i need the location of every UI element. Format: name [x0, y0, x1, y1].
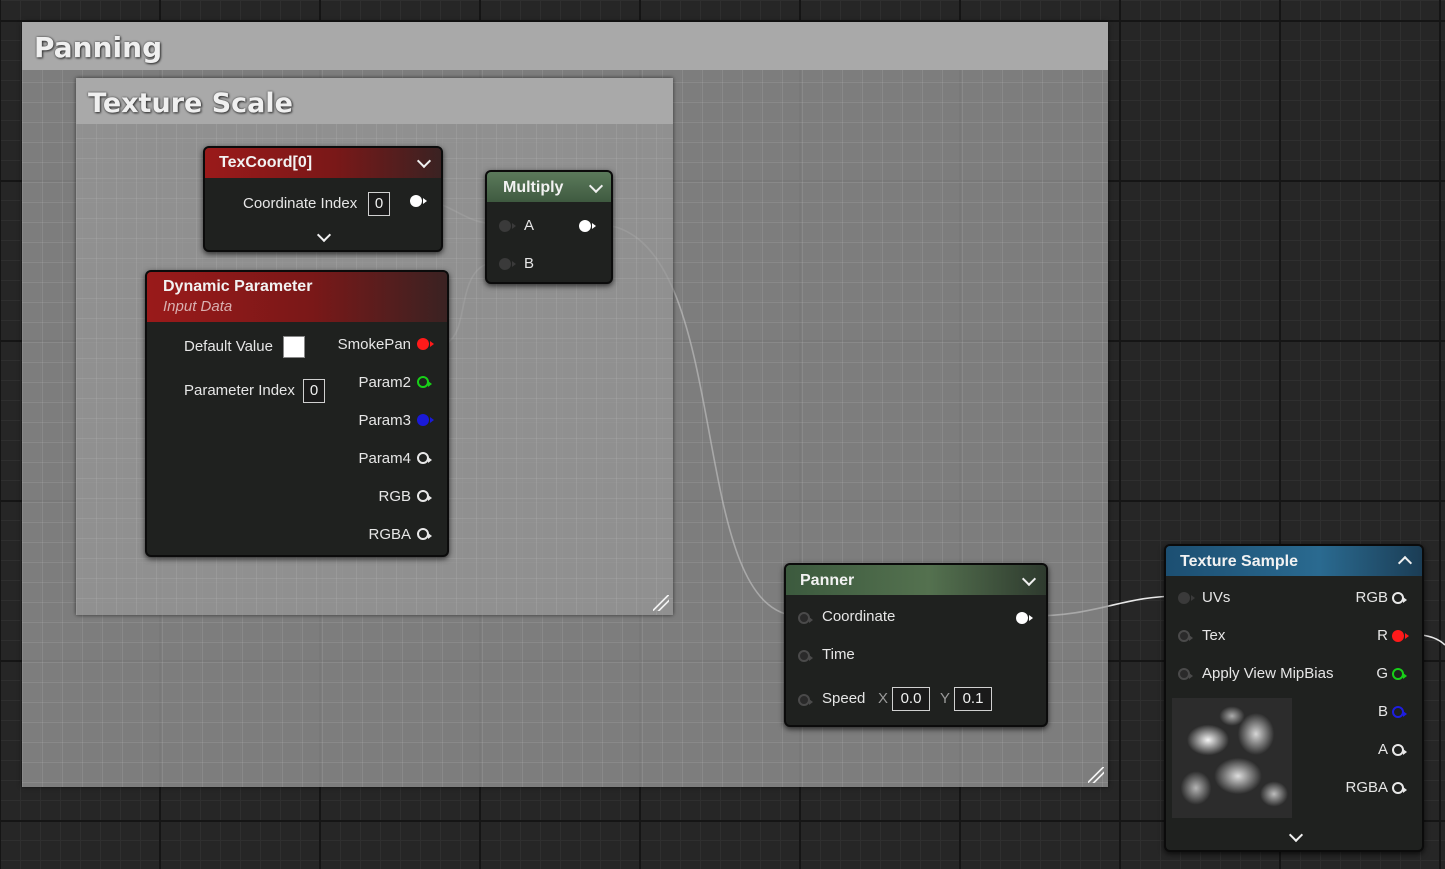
expand-chevron-icon[interactable]: [1288, 827, 1304, 843]
output-pin-a[interactable]: [1392, 744, 1407, 756]
speed-y-input[interactable]: 0.1: [954, 687, 992, 711]
speed-x-label: X: [878, 690, 889, 707]
default-value-color-swatch[interactable]: [283, 336, 305, 358]
node-header[interactable]: TexCoord[0]: [205, 148, 441, 178]
parameter-index-label: Parameter Index: [184, 382, 295, 399]
texture-thumbnail: [1172, 698, 1292, 818]
node-panner[interactable]: Panner Coordinate Time Speed X 0.0 Y 0.1: [784, 563, 1048, 727]
output-label-r: R: [1377, 627, 1388, 644]
input-pin-speed[interactable]: [798, 694, 813, 706]
node-header[interactable]: Dynamic Parameter Input Data: [147, 272, 447, 322]
output-pin-g[interactable]: [1392, 668, 1407, 680]
node-multiply[interactable]: Multiply A B: [485, 170, 613, 284]
output-label-rgb: RGB: [378, 488, 411, 505]
default-value-label: Default Value: [184, 338, 273, 355]
output-pin[interactable]: [1016, 612, 1033, 624]
output-label-param3: Param3: [358, 412, 411, 429]
output-pin-rgb[interactable]: [417, 490, 432, 502]
resize-handle-icon[interactable]: [1088, 767, 1104, 783]
output-label-rgba: RGBA: [368, 526, 411, 543]
output-pin-param4[interactable]: [417, 452, 432, 464]
expand-chevron-icon[interactable]: [316, 227, 332, 243]
collapse-chevron-icon[interactable]: [1021, 571, 1037, 587]
output-label-g: G: [1376, 665, 1388, 682]
input-pin-uvs[interactable]: [1178, 592, 1195, 604]
output-label-param2: Param2: [358, 374, 411, 391]
comment-title-panning[interactable]: Panning: [22, 22, 1108, 70]
input-label-b: B: [524, 255, 535, 272]
collapse-chevron-icon[interactable]: [588, 178, 604, 194]
comment-title-texture-scale[interactable]: Texture Scale: [76, 78, 673, 124]
speed-y-label: Y: [940, 690, 951, 707]
speed-x-input[interactable]: 0.0: [892, 687, 930, 711]
output-pin-rgb[interactable]: [1392, 592, 1407, 604]
input-label-speed: Speed: [822, 690, 866, 707]
node-header[interactable]: Texture Sample: [1166, 546, 1422, 576]
output-pin-param2[interactable]: [417, 376, 432, 388]
input-pin-time[interactable]: [798, 650, 813, 662]
node-subtitle: Input Data: [163, 298, 233, 315]
collapse-chevron-up-icon[interactable]: [1397, 555, 1413, 571]
node-header[interactable]: Multiply: [487, 172, 611, 202]
output-pin-rgba[interactable]: [417, 528, 432, 540]
output-pin[interactable]: [579, 220, 596, 232]
output-label-smokepan: SmokePan: [337, 336, 411, 353]
input-label-coordinate: Coordinate: [822, 608, 896, 625]
node-title: Panner: [800, 572, 855, 589]
node-title: Texture Sample: [1180, 553, 1298, 570]
output-label-b: B: [1377, 703, 1388, 720]
output-pin-smokepan[interactable]: [417, 338, 434, 350]
node-title: Multiply: [503, 179, 564, 196]
parameter-index-input[interactable]: 0: [303, 379, 325, 403]
output-pin-param3[interactable]: [417, 414, 434, 426]
output-label-rgba: RGBA: [1345, 779, 1388, 796]
node-title: Dynamic Parameter: [163, 278, 313, 295]
node-texcoord[interactable]: TexCoord[0] Coordinate Index 0: [203, 146, 443, 252]
input-pin-b[interactable]: [499, 258, 516, 270]
input-pin-apply-view-mipbias[interactable]: [1178, 668, 1193, 680]
node-header[interactable]: Panner: [786, 565, 1046, 595]
output-label-a: A: [1377, 741, 1388, 758]
collapse-chevron-icon[interactable]: [416, 153, 432, 169]
coordinate-index-input[interactable]: 0: [368, 192, 390, 216]
input-label-apply-view-mipbias: Apply View MipBias: [1202, 665, 1334, 682]
output-pin[interactable]: [410, 195, 427, 207]
input-label-uvs: UVs: [1202, 589, 1231, 606]
resize-handle-icon[interactable]: [653, 595, 669, 611]
output-pin-rgba[interactable]: [1392, 782, 1407, 794]
input-label-tex: Tex: [1202, 627, 1226, 644]
node-texture-sample[interactable]: Texture Sample UVs Tex Apply View MipBia…: [1164, 544, 1424, 852]
node-title: TexCoord[0]: [219, 154, 313, 171]
output-label-rgb: RGB: [1355, 589, 1388, 606]
output-pin-r[interactable]: [1392, 630, 1409, 642]
input-pin-a[interactable]: [499, 220, 516, 232]
input-pin-coordinate[interactable]: [798, 612, 813, 624]
output-label-param4: Param4: [358, 450, 411, 467]
input-pin-tex[interactable]: [1178, 630, 1193, 642]
input-label-a: A: [524, 217, 535, 234]
coordinate-index-label: Coordinate Index: [243, 195, 358, 212]
output-pin-b[interactable]: [1392, 706, 1407, 718]
input-label-time: Time: [822, 646, 855, 663]
node-dynamic-parameter[interactable]: Dynamic Parameter Input Data Default Val…: [145, 270, 449, 557]
